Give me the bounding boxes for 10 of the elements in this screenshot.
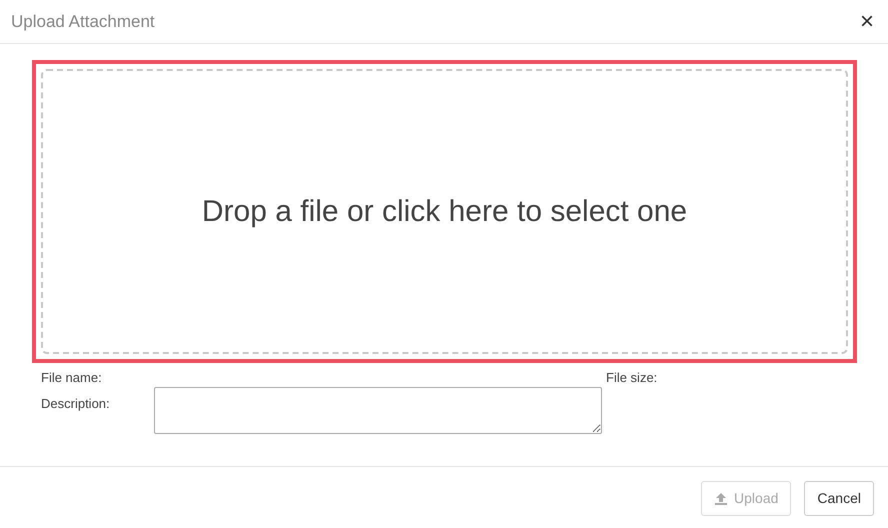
file-size-label: File size: xyxy=(606,369,658,385)
close-button[interactable]: × xyxy=(860,10,874,34)
dropzone-text: Drop a file or click here to select one xyxy=(202,194,688,230)
file-name-label: File name: xyxy=(41,369,103,385)
description-field[interactable] xyxy=(154,387,602,434)
description-label: Description: xyxy=(41,395,111,413)
dropzone[interactable]: Drop a file or click here to select one xyxy=(41,69,848,354)
upload-icon xyxy=(714,492,728,506)
cancel-button[interactable]: Cancel xyxy=(804,481,874,516)
dialog-title: Upload Attachment xyxy=(11,10,155,33)
